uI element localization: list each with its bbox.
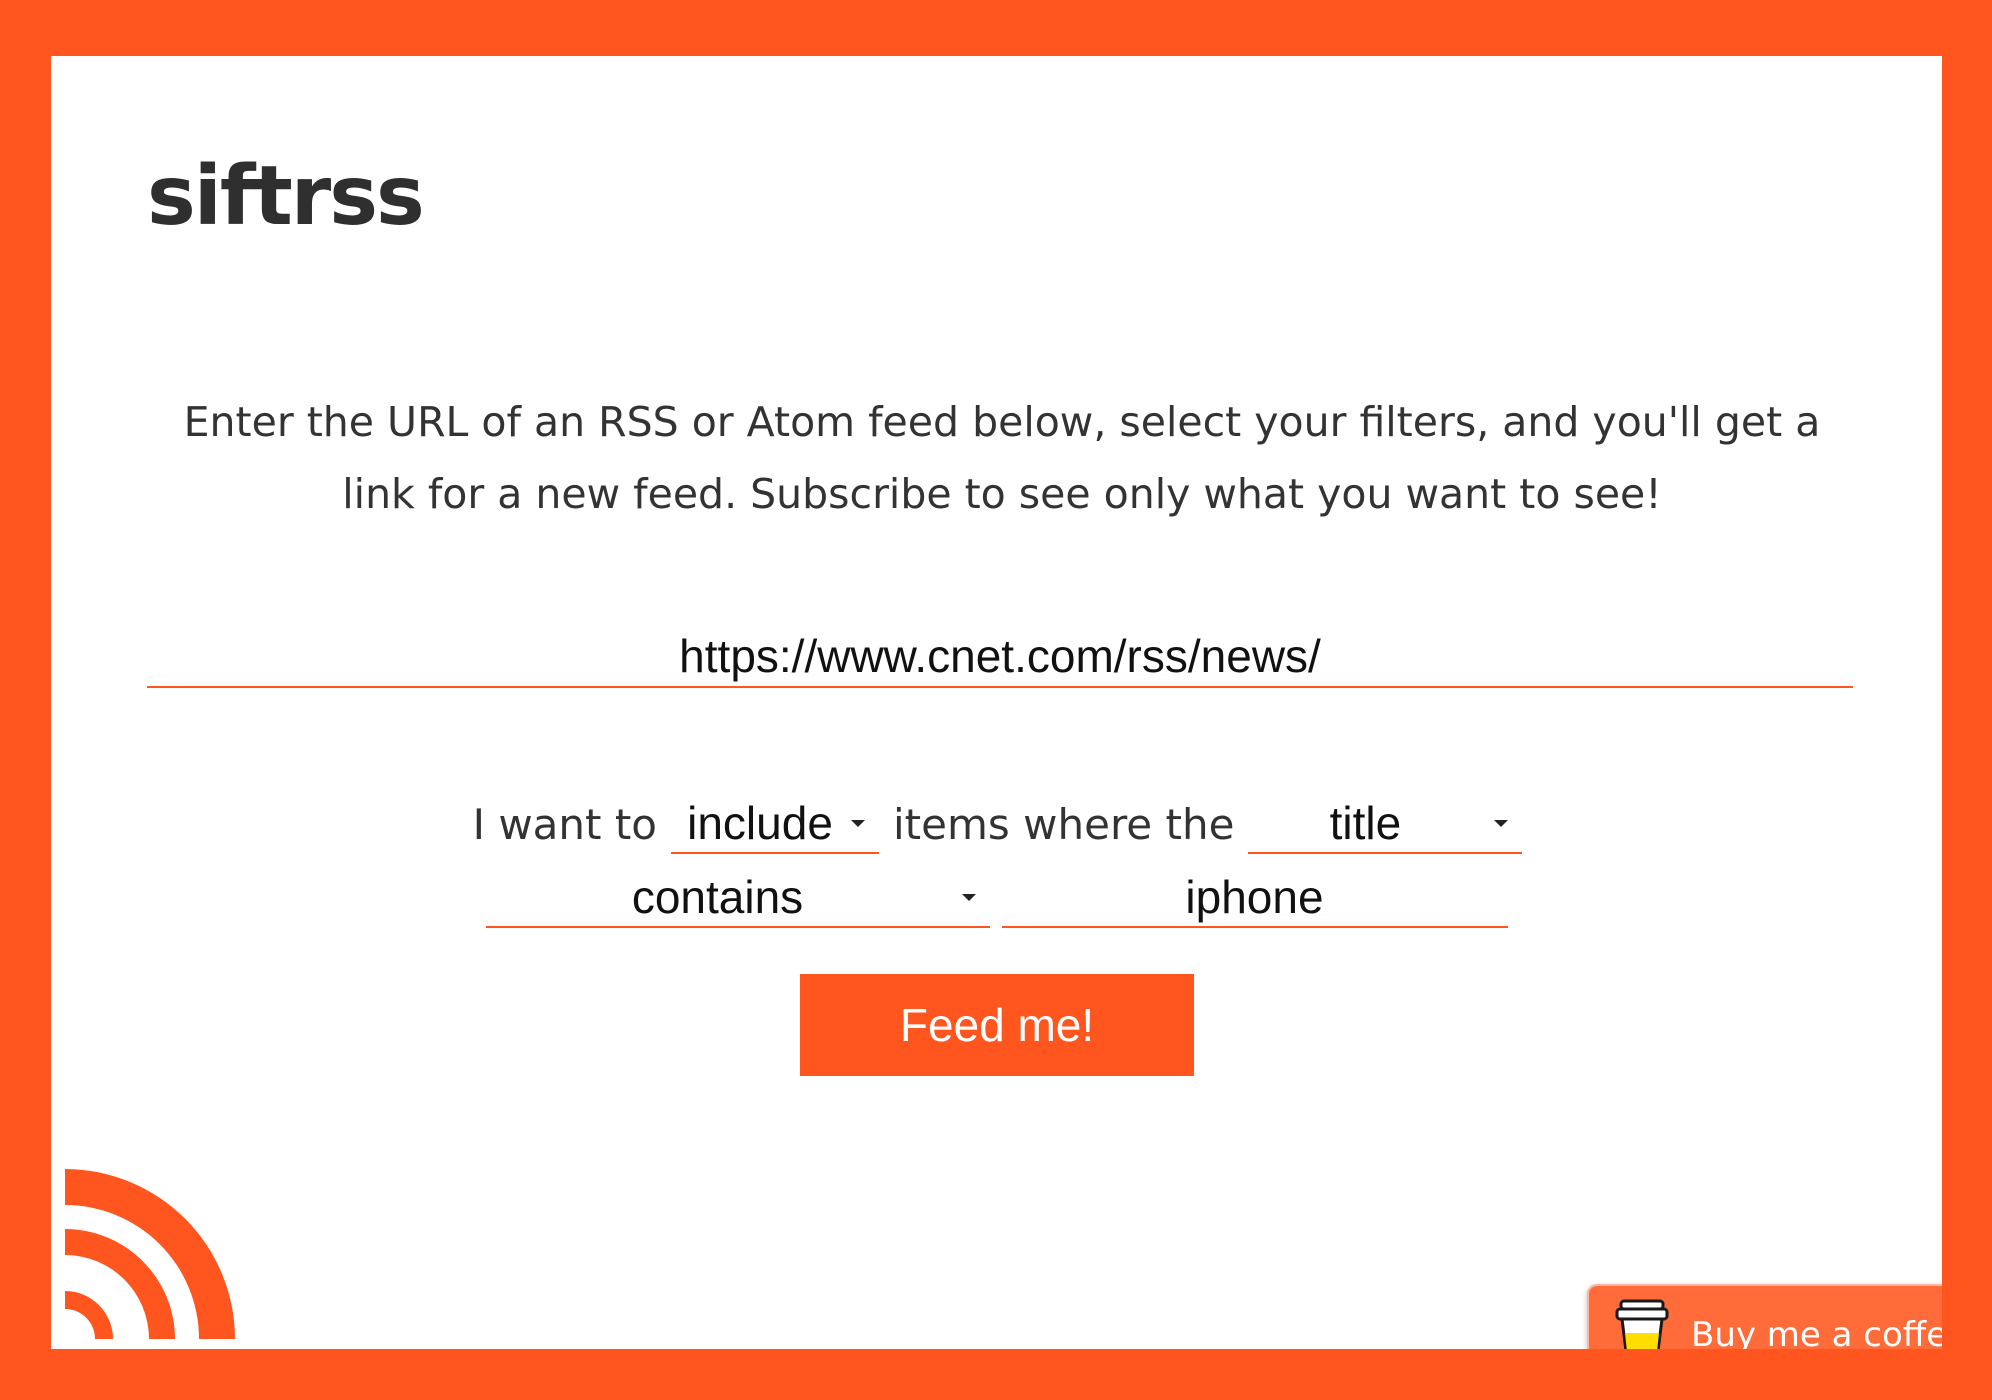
coffee-button-label: Buy me a coffee — [1691, 1315, 1942, 1349]
app-title: siftrss — [147, 149, 425, 244]
rss-icon — [65, 1169, 235, 1339]
action-select[interactable]: include — [671, 794, 880, 854]
sentence-middle: items where the — [893, 799, 1235, 849]
feed-me-button[interactable]: Feed me! — [800, 974, 1194, 1076]
main-card: siftrss Enter the URL of an RSS or Atom … — [51, 56, 1942, 1349]
feed-url-input[interactable] — [147, 626, 1853, 688]
buy-me-a-coffee-button[interactable]: Buy me a coffee — [1587, 1284, 1942, 1349]
dropdown-caret-icon — [851, 820, 866, 827]
field-select-value: title — [1329, 797, 1402, 849]
filter-value-input[interactable] — [1001, 868, 1508, 928]
operator-select-value: contains — [631, 871, 804, 923]
action-select-value: include — [687, 797, 833, 849]
dropdown-caret-icon — [1494, 820, 1509, 827]
dropdown-caret-icon — [961, 894, 976, 901]
filter-sentence-row-1: I want to include items where the title — [51, 794, 1942, 866]
filter-sentence-row-2: contains — [51, 868, 1942, 940]
operator-select[interactable]: contains — [485, 868, 990, 928]
intro-text: Enter the URL of an RSS or Atom feed bel… — [183, 398, 1821, 518]
field-select[interactable]: title — [1248, 794, 1523, 854]
coffee-cup-icon — [1615, 1299, 1669, 1349]
sentence-prefix: I want to — [472, 799, 658, 849]
